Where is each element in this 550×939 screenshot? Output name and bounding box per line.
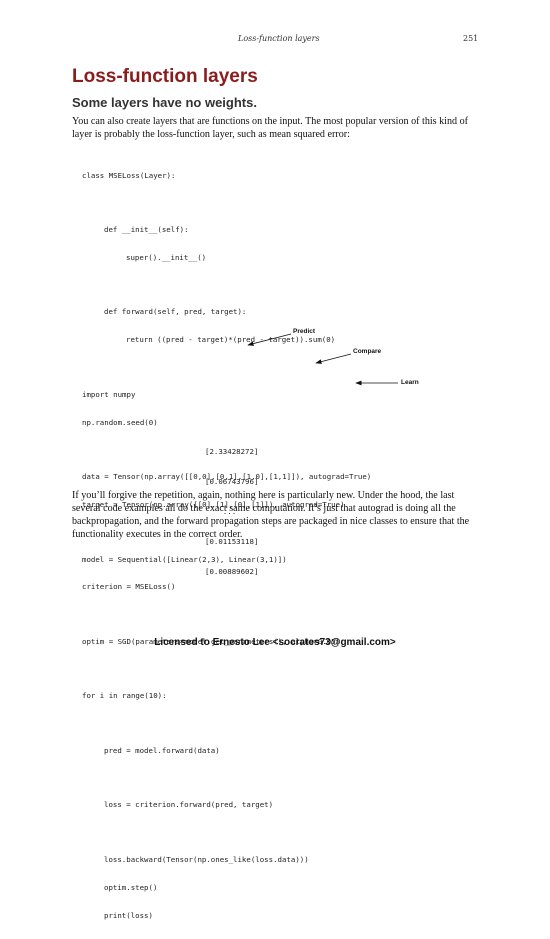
output-line: [0.06743796] (205, 477, 259, 486)
compare-arrow (315, 353, 352, 364)
outro-paragraph: If you’ll forgive the repetition, again,… (72, 490, 470, 540)
code-line: print(loss) (104, 910, 153, 920)
annotation-compare: Compare (353, 348, 382, 355)
code-line: optim.step() (104, 882, 158, 892)
code-line-backward: loss.backward(Tensor(np.ones_like(loss.d… (104, 854, 309, 864)
annotation-arrows (247, 333, 398, 386)
code-line: for i in range(10): (82, 691, 167, 701)
annotation-predict: Predict (293, 328, 316, 335)
code-line-loss: loss = criterion.forward(pred, target) (104, 800, 274, 810)
book-page: Loss-function layers 251 Loss-function l… (0, 0, 550, 920)
output-line: [2.33428272] (205, 447, 259, 456)
code-line-pred: pred = model.forward(data) (104, 745, 220, 755)
license-footer: Licensed to Ernesto Lee <socrates73@gmai… (154, 637, 396, 648)
output-line: [0.00889602] (205, 567, 259, 576)
annotation-learn: Learn (401, 379, 419, 386)
predict-arrow (247, 333, 292, 346)
